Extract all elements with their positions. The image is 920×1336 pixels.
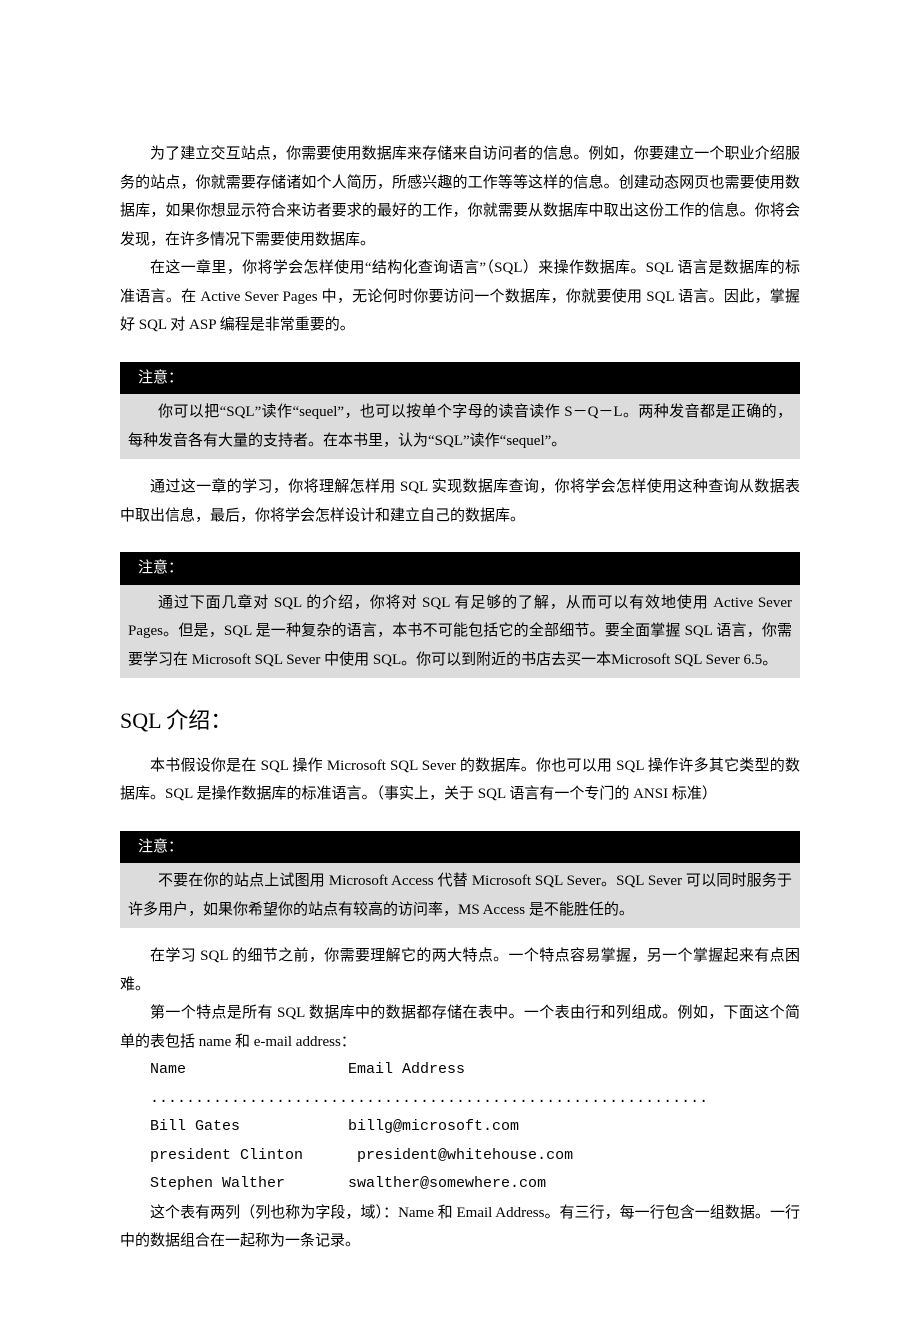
note-text-3: 不要在你的站点上试图用 Microsoft Access 代替 Microsof… xyxy=(128,867,792,924)
paragraph-3: 通过这一章的学习，你将理解怎样用 SQL 实现数据库查询，你将学会怎样使用这种查… xyxy=(120,473,800,530)
paragraph-5: 在学习 SQL 的细节之前，你需要理解它的两大特点。一个特点容易掌握，另一个掌握… xyxy=(120,942,800,999)
note-text-1: 你可以把“SQL”读作“sequel”，也可以按单个字母的读音读作 S－Q－L。… xyxy=(128,398,792,455)
note-body-1: 你可以把“SQL”读作“sequel”，也可以按单个字母的读音读作 S－Q－L。… xyxy=(120,394,800,459)
section-title-sql-intro: SQL 介绍： xyxy=(120,700,800,742)
table-row: Stephen Walther swalther@somewhere.com xyxy=(150,1175,546,1192)
note-header-2: 注意： xyxy=(120,552,800,585)
paragraph-intro-1: 为了建立交互站点，你需要使用数据库来存储来自访问者的信息。例如，你要建立一个职业… xyxy=(120,140,800,254)
note-body-3: 不要在你的站点上试图用 Microsoft Access 代替 Microsof… xyxy=(120,863,800,928)
paragraph-4: 本书假设你是在 SQL 操作 Microsoft SQL Sever 的数据库。… xyxy=(120,752,800,809)
document-page: 为了建立交互站点，你需要使用数据库来存储来自访问者的信息。例如，你要建立一个职业… xyxy=(0,0,920,1336)
note-text-2: 通过下面几章对 SQL 的介绍，你将对 SQL 有足够的了解，从而可以有效地使用… xyxy=(128,589,792,675)
paragraph-6: 第一个特点是所有 SQL 数据库中的数据都存储在表中。一个表由行和列组成。例如，… xyxy=(120,999,800,1056)
table-separator: ........................................… xyxy=(150,1090,708,1107)
table-row: Bill Gates billg@microsoft.com xyxy=(150,1118,519,1135)
example-table: Name Email Address .....................… xyxy=(150,1056,800,1199)
note-header-3: 注意： xyxy=(120,831,800,864)
table-header: Name Email Address xyxy=(150,1061,465,1078)
table-row: president Clinton president@whitehouse.c… xyxy=(150,1147,573,1164)
note-body-2: 通过下面几章对 SQL 的介绍，你将对 SQL 有足够的了解，从而可以有效地使用… xyxy=(120,585,800,679)
paragraph-7: 这个表有两列（列也称为字段，域）：Name 和 Email Address。有三… xyxy=(120,1199,800,1256)
note-header-1: 注意： xyxy=(120,362,800,395)
paragraph-intro-2: 在这一章里，你将学会怎样使用“结构化查询语言”（SQL）来操作数据库。SQL 语… xyxy=(120,254,800,340)
